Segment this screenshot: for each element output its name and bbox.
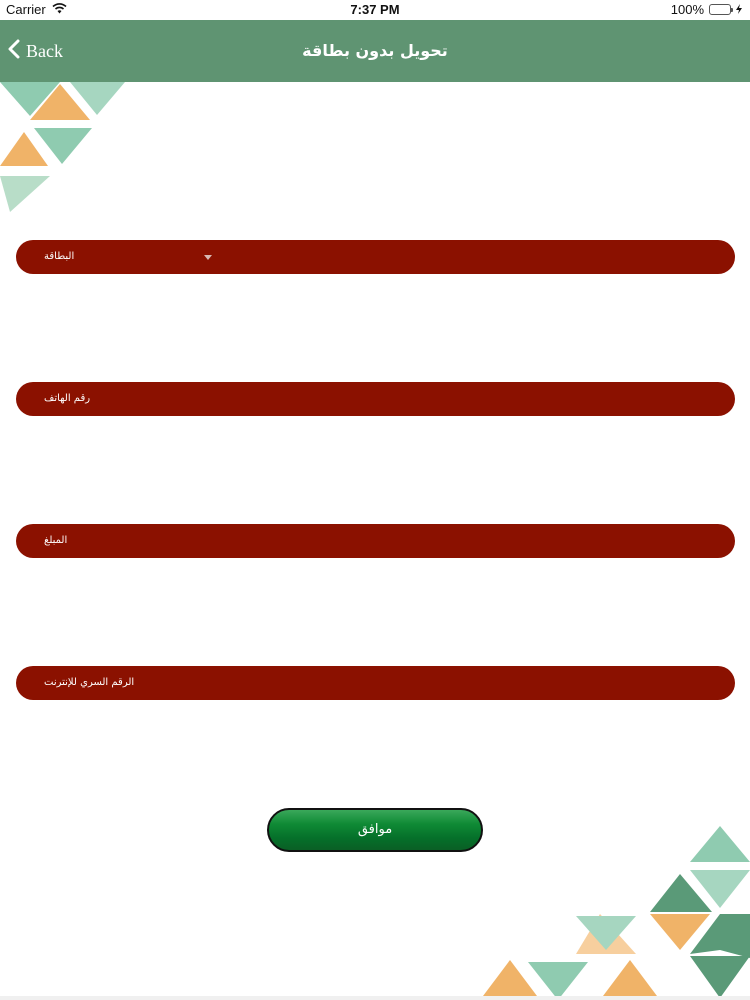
- triangle-pattern-bottom-right: [480, 826, 750, 1000]
- page-title: تحويل بدون بطاقة: [302, 41, 448, 60]
- status-right: 100%: [671, 2, 742, 17]
- card-select[interactable]: البطاقة: [16, 240, 735, 274]
- battery-icon: [709, 4, 733, 15]
- internet-pin-field[interactable]: الرقم السري للإنترنت: [16, 666, 735, 700]
- back-button[interactable]: Back: [8, 20, 63, 82]
- bottom-edge: [0, 996, 750, 1000]
- triangle-pattern-top-left: [0, 82, 125, 212]
- confirm-button[interactable]: موافق: [267, 808, 483, 852]
- back-label: Back: [26, 40, 63, 61]
- status-time: 7:37 PM: [350, 2, 400, 17]
- phone-number-field[interactable]: رقم الهاتف: [16, 382, 735, 416]
- phone-number-label: رقم الهاتف: [44, 393, 91, 404]
- charging-icon: [736, 2, 742, 17]
- status-bar: Carrier 7:37 PM 100%: [0, 0, 750, 20]
- internet-pin-label: الرقم السري للإنترنت: [44, 677, 135, 688]
- amount-label: المبلغ: [44, 535, 68, 546]
- battery-percent: 100%: [670, 2, 704, 17]
- dropdown-arrow-icon: [204, 255, 212, 260]
- nav-bar: Back تحويل بدون بطاقة: [0, 20, 750, 82]
- card-select-label: البطاقة: [44, 251, 75, 262]
- chevron-left-icon: [8, 39, 26, 64]
- amount-field[interactable]: المبلغ: [16, 524, 735, 558]
